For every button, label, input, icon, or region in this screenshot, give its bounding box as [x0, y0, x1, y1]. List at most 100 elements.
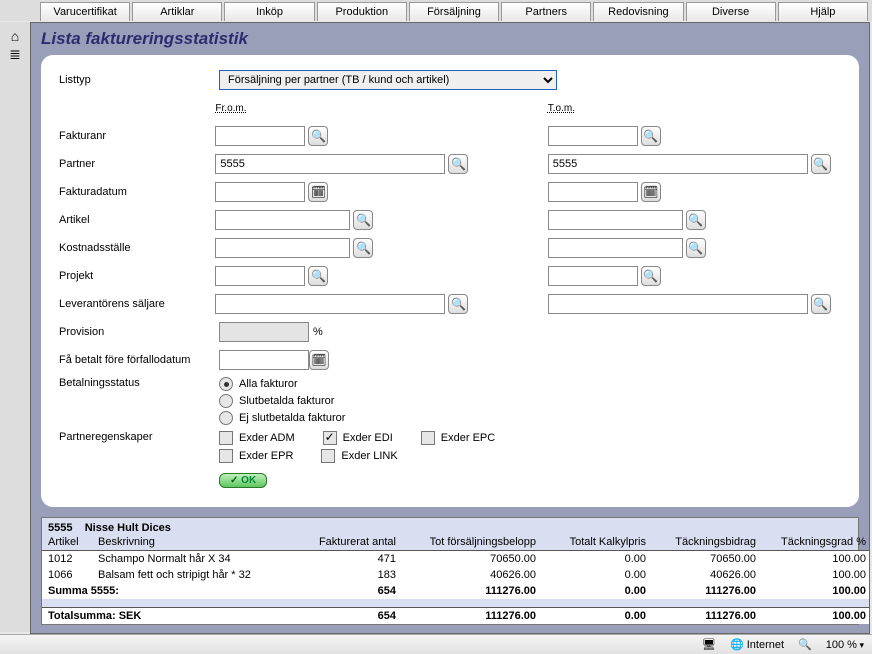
- partner-to-input[interactable]: [548, 154, 808, 174]
- tab-artiklar[interactable]: Artiklar: [132, 2, 222, 21]
- tab-forsaljning[interactable]: Försäljning: [409, 2, 499, 21]
- col-belopp: Tot försäljningsbelopp: [402, 534, 542, 551]
- zoom-level[interactable]: 100 %: [826, 639, 864, 651]
- fa-betalt-input[interactable]: [219, 350, 309, 370]
- grand-tb: 111276.00: [652, 607, 762, 624]
- tab-redovisning[interactable]: Redovisning: [593, 2, 683, 21]
- home-icon[interactable]: ⌂: [0, 28, 30, 44]
- search-icon[interactable]: 🔍: [448, 154, 468, 174]
- search-icon[interactable]: 🔍: [641, 266, 661, 286]
- search-icon[interactable]: 🔍: [308, 266, 328, 286]
- radio-ejslut[interactable]: [219, 411, 233, 425]
- artikel-to-input[interactable]: [548, 210, 683, 230]
- table-row: 1012 Schampo Normalt hår X 34 471 70650.…: [42, 551, 870, 568]
- tab-diverse[interactable]: Diverse: [686, 2, 776, 21]
- check-epc[interactable]: [421, 431, 435, 445]
- check-link-label: Exder LINK: [341, 450, 397, 462]
- label-artikel: Artikel: [59, 214, 215, 226]
- main-panel: Lista faktureringsstatistik Listtyp Förs…: [30, 22, 870, 634]
- search-icon[interactable]: 🔍: [353, 238, 373, 258]
- cell-tg: 100.00: [762, 567, 870, 583]
- tab-produktion[interactable]: Produktion: [317, 2, 407, 21]
- label-partner: Partner: [59, 158, 215, 170]
- projekt-to-input[interactable]: [548, 266, 638, 286]
- provision-input[interactable]: [219, 322, 309, 342]
- tab-varucertifikat[interactable]: Varucertifikat: [40, 2, 130, 21]
- ok-button[interactable]: OK: [219, 473, 267, 488]
- list-icon[interactable]: ≣: [0, 46, 30, 63]
- grand-tg: 100.00: [762, 607, 870, 624]
- calendar-icon[interactable]: 🗓: [308, 182, 328, 202]
- filter-form: Listtyp Försäljning per partner (TB / ku…: [41, 55, 859, 507]
- grand-belopp: 111276.00: [402, 607, 542, 624]
- grand-antal: 654: [292, 607, 402, 624]
- grand-label: Totalsumma: SEK: [42, 607, 292, 624]
- search-icon[interactable]: 🔍: [641, 126, 661, 146]
- cell-belopp: 40626.00: [402, 567, 542, 583]
- col-header-from: Fr.o.m.: [215, 103, 246, 114]
- cell-artikel: 1066: [42, 567, 92, 583]
- leverantor-to-input[interactable]: [548, 294, 808, 314]
- cell-tg: 100.00: [762, 551, 870, 568]
- grand-total-row: Totalsumma: SEK 654 111276.00 0.00 11127…: [42, 607, 870, 624]
- fakturadatum-to-input[interactable]: [548, 182, 638, 202]
- calendar-icon[interactable]: 🗓: [641, 182, 661, 202]
- fakturanr-from-input[interactable]: [215, 126, 305, 146]
- cell-antal: 183: [292, 567, 402, 583]
- check-epr[interactable]: [219, 449, 233, 463]
- col-header-to: T.o.m.: [548, 103, 575, 114]
- check-edi[interactable]: [323, 431, 337, 445]
- label-projekt: Projekt: [59, 270, 215, 282]
- kostnadsstalle-from-input[interactable]: [215, 238, 350, 258]
- listtype-select[interactable]: Försäljning per partner (TB / kund och a…: [219, 70, 557, 90]
- search-icon[interactable]: 🔍: [811, 154, 831, 174]
- col-antal: Fakturerat antal: [292, 534, 402, 551]
- label-kostnadsstalle: Kostnadsställe: [59, 242, 215, 254]
- col-tb: Täckningsbidrag: [652, 534, 762, 551]
- security-zone-icon: 🖥: [702, 638, 716, 651]
- radio-alla-label: Alla fakturor: [239, 378, 298, 390]
- radio-slut[interactable]: [219, 394, 233, 408]
- result-partner-id: 5555: [48, 522, 72, 534]
- tab-hjalp[interactable]: Hjälp: [778, 2, 868, 21]
- sum-tg: 100.00: [762, 583, 870, 599]
- search-icon[interactable]: 🔍: [686, 238, 706, 258]
- leverantor-from-input[interactable]: [215, 294, 445, 314]
- sum-kalkylpris: 0.00: [542, 583, 652, 599]
- top-tabbar: Varucertifikat Artiklar Inköp Produktion…: [0, 0, 872, 21]
- label-listtype: Listtyp: [59, 74, 219, 86]
- search-icon[interactable]: 🔍: [448, 294, 468, 314]
- artikel-from-input[interactable]: [215, 210, 350, 230]
- results-panel: 5555 Nisse Hult Dices Artikel Beskrivnin…: [41, 517, 859, 625]
- label-betalning: Betalningsstatus: [59, 377, 219, 389]
- cell-artikel: 1012: [42, 551, 92, 568]
- search-icon[interactable]: 🔍: [308, 126, 328, 146]
- cell-tb: 70650.00: [652, 551, 762, 568]
- check-link[interactable]: [321, 449, 335, 463]
- check-edi-label: Exder EDI: [343, 432, 393, 444]
- tab-partners[interactable]: Partners: [501, 2, 591, 21]
- check-adm-label: Exder ADM: [239, 432, 295, 444]
- calendar-icon[interactable]: 🗓: [309, 350, 329, 370]
- partner-from-input[interactable]: [215, 154, 445, 174]
- tab-inkop[interactable]: Inköp: [224, 2, 314, 21]
- label-fa-betalt: Få betalt före förfallodatum: [59, 354, 219, 366]
- fakturanr-to-input[interactable]: [548, 126, 638, 146]
- left-rail: ⌂ ≣: [0, 22, 30, 632]
- col-kalkylpris: Totalt Kalkylpris: [542, 534, 652, 551]
- col-artikel: Artikel: [42, 534, 92, 551]
- projekt-from-input[interactable]: [215, 266, 305, 286]
- check-adm[interactable]: [219, 431, 233, 445]
- zoom-icon[interactable]: 🔍: [798, 638, 812, 651]
- cell-tb: 40626.00: [652, 567, 762, 583]
- check-epc-label: Exder EPC: [441, 432, 495, 444]
- fakturadatum-from-input[interactable]: [215, 182, 305, 202]
- kostnadsstalle-to-input[interactable]: [548, 238, 683, 258]
- search-icon[interactable]: 🔍: [811, 294, 831, 314]
- search-icon[interactable]: 🔍: [686, 210, 706, 230]
- check-epr-label: Exder EPR: [239, 450, 293, 462]
- sum-antal: 654: [292, 583, 402, 599]
- search-icon[interactable]: 🔍: [353, 210, 373, 230]
- cell-kalkylpris: 0.00: [542, 551, 652, 568]
- radio-alla[interactable]: [219, 377, 233, 391]
